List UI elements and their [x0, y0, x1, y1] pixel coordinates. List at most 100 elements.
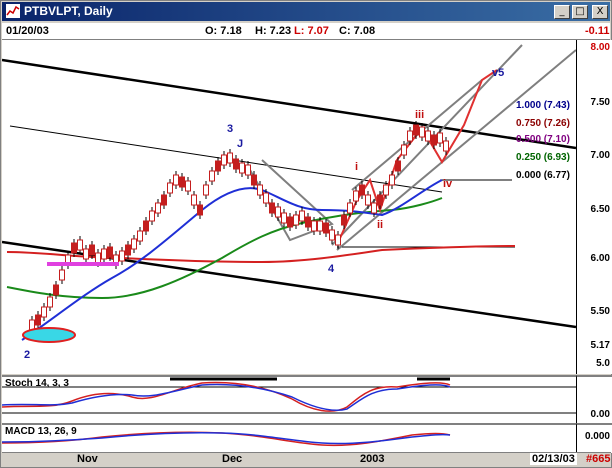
candle-body	[245, 164, 251, 176]
candle-body	[395, 160, 401, 172]
wave-iii-label: iii	[415, 109, 424, 121]
macd-panel[interactable]: MACD 13, 26, 9	[1, 423, 576, 453]
breakout-highlight	[47, 262, 119, 266]
wave-i-label: i	[355, 161, 358, 173]
price-chart-svg: 2 3 J 4 i ii iii iv v5 1.000 (7.43) 0.75…	[1, 44, 577, 361]
candle-body	[83, 248, 89, 260]
candle-body	[47, 296, 53, 308]
candle-body	[137, 230, 143, 242]
candle-body	[251, 174, 257, 186]
date-2003: 2003	[360, 453, 385, 465]
candle-body	[257, 184, 263, 196]
candle-body	[155, 202, 161, 214]
candle-body	[311, 220, 317, 232]
candle-body	[281, 212, 287, 224]
candle-body	[107, 246, 113, 258]
candle-body	[323, 222, 329, 234]
candle-body	[35, 314, 41, 326]
wave-2-label: 2	[24, 349, 30, 361]
fib-level-0250: 0.250 (6.93)	[516, 152, 570, 163]
close-button[interactable]: X	[592, 5, 608, 19]
tick-6-50: 6.50	[590, 204, 610, 215]
candle-body	[389, 174, 395, 186]
maximize-button[interactable]: □	[572, 5, 588, 19]
candle-body	[437, 132, 443, 144]
candle-body	[71, 242, 77, 254]
candle-body	[353, 190, 359, 202]
candle-body	[293, 214, 299, 226]
candle-body	[317, 220, 323, 232]
candle-body	[77, 239, 83, 251]
stoch-d-line	[1, 383, 451, 411]
date-axis[interactable]: Nov Dec 2003 02/13/03 #665	[2, 452, 611, 467]
close-value: C: 7.08	[339, 25, 376, 37]
wave-ii-label: ii	[377, 219, 383, 231]
date-dec: Dec	[222, 453, 243, 465]
candle-body	[53, 284, 59, 296]
stochastic-svg	[1, 377, 576, 414]
candle-body	[131, 238, 137, 250]
window-title: PTBVLPT, Daily	[24, 4, 113, 18]
stochastic-axis: 0.00	[576, 375, 612, 423]
upper-trendline	[1, 58, 577, 150]
candle-body	[179, 176, 185, 188]
bottom-tick-label: 5.0	[596, 358, 610, 369]
price-chart-panel[interactable]: 2 3 J 4 i ii iii iv v5 1.000 (7.43) 0.75…	[1, 40, 577, 374]
candle-body	[329, 229, 335, 241]
candle-body	[161, 194, 167, 206]
candle-body	[185, 180, 191, 192]
candle-body	[401, 144, 407, 156]
price-info-bar: 01/20/03 O: 7.18 H: 7.23 L: 7.07 C: 7.08…	[2, 23, 610, 40]
candle-body	[425, 130, 431, 142]
fib-level-0750: 0.750 (7.26)	[516, 118, 570, 129]
candle-body	[407, 130, 413, 142]
title-bar[interactable]: PTBVLPT, Daily _ □ X	[2, 2, 610, 21]
candle-body	[209, 170, 215, 182]
chart-window: PTBVLPT, Daily _ □ X 01/20/03 O: 7.18 H:…	[0, 0, 612, 468]
candle-body	[341, 214, 347, 226]
candle-body	[443, 140, 449, 152]
candle-body	[413, 124, 419, 136]
candle-body	[383, 184, 389, 196]
fib-level-0000: 0.000 (6.77)	[516, 170, 570, 181]
macd-title: MACD 13, 26, 9	[5, 426, 77, 437]
candle-body	[431, 134, 437, 146]
tick-7-00: 7.00	[590, 150, 610, 161]
candle-body	[101, 248, 107, 260]
minimize-button[interactable]: _	[554, 5, 570, 19]
candle-body	[191, 194, 197, 206]
price-axis[interactable]: 8.00 7.50 7.00 6.50 6.00 5.50 5.17 5.0	[576, 40, 612, 374]
candle-body	[359, 184, 365, 196]
candle-body	[143, 220, 149, 232]
stoch-axis-label: 0.00	[590, 409, 610, 420]
candle-body	[89, 244, 95, 256]
candle-body	[335, 234, 341, 246]
candle-body	[233, 158, 239, 170]
macd-axis-label: 0.000	[584, 431, 610, 442]
candle-body	[59, 269, 65, 281]
low-value: L: 7.07	[294, 25, 329, 37]
candle-body	[215, 160, 221, 172]
candle-body	[173, 174, 179, 186]
candle-body	[377, 194, 383, 206]
candle-body	[119, 250, 125, 262]
tick-6-00: 6.00	[590, 253, 610, 264]
candle-body	[197, 204, 203, 216]
candle-body	[221, 154, 227, 166]
candle-body	[287, 216, 293, 228]
macd-svg	[1, 431, 451, 447]
stochastic-panel[interactable]: Stoch 14, 3, 3	[1, 375, 576, 423]
open-value: O: 7.18	[205, 25, 242, 37]
candle-body	[239, 162, 245, 174]
chart-ref-number: #665	[586, 453, 611, 465]
last-price-label: 5.17	[590, 340, 610, 351]
tick-7-50: 7.50	[590, 97, 610, 108]
tick-5-50: 5.50	[590, 306, 610, 317]
candlestick-series	[29, 121, 449, 334]
fib-level-1000: 1.000 (7.43)	[516, 100, 570, 111]
candle-body	[305, 216, 311, 228]
candle-body	[269, 202, 275, 214]
date-end: 02/13/03	[530, 453, 577, 465]
fib-level-0500: 0.500 (7.10)	[516, 134, 570, 145]
candle-body	[263, 192, 269, 204]
